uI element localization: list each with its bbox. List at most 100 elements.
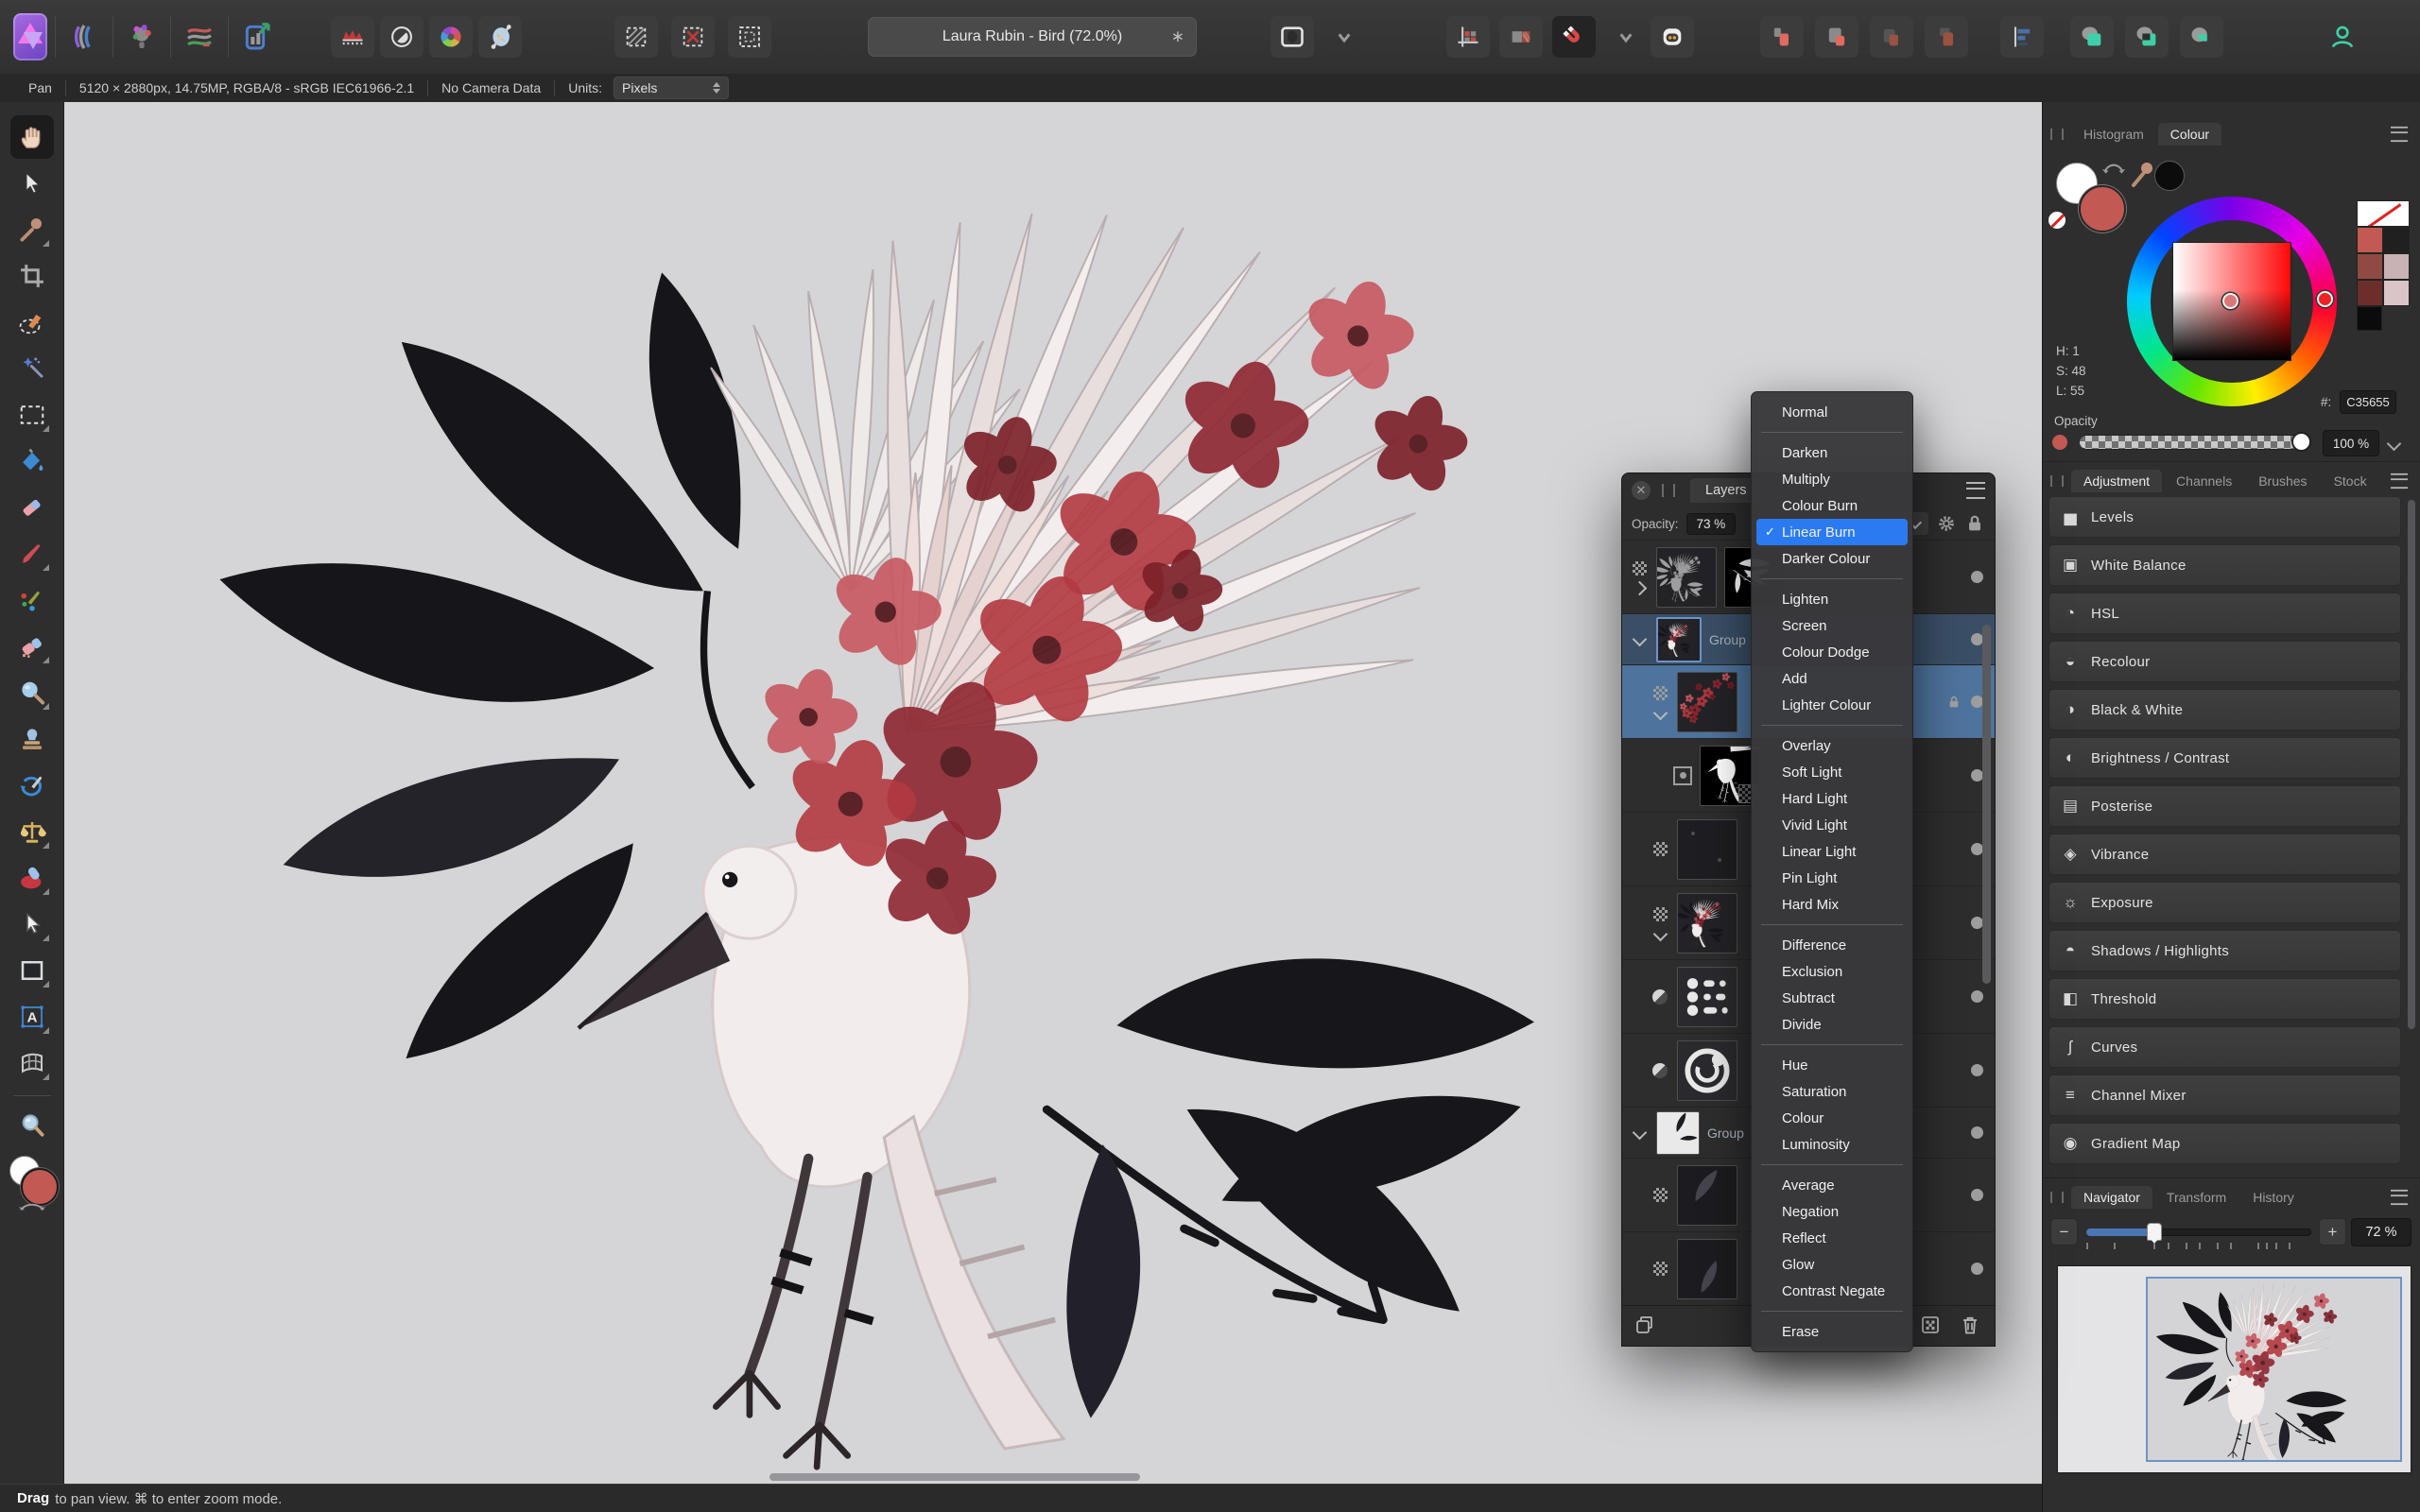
erase-tool[interactable] bbox=[10, 486, 54, 529]
adjustment-shadows-highlights[interactable]: ◓ Shadows / Highlights bbox=[2048, 930, 2401, 971]
adjustment-thumbnail[interactable] bbox=[1677, 966, 1737, 1027]
duplicate-layer-icon[interactable] bbox=[1634, 1314, 1658, 1338]
insert-top-icon[interactable] bbox=[1760, 16, 1804, 58]
blend-menu-item[interactable]: ✓Subtract bbox=[1756, 985, 1908, 1011]
develop-persona-icon[interactable] bbox=[121, 14, 163, 60]
swap-colours-icon[interactable] bbox=[17, 1201, 47, 1212]
panel-menu-icon[interactable] bbox=[1966, 482, 1985, 499]
drag-grip-icon[interactable] bbox=[2050, 475, 2064, 487]
zoom-in-button[interactable]: + bbox=[2319, 1218, 2346, 1246]
insert-above-icon[interactable] bbox=[1925, 16, 1968, 58]
marquee-tool[interactable] bbox=[10, 393, 54, 437]
blend-menu-item[interactable]: ✓Hard Mix bbox=[1756, 891, 1908, 918]
flood-fill-tool[interactable] bbox=[10, 439, 54, 483]
drag-grip-icon[interactable] bbox=[2050, 129, 2064, 140]
auto-white-balance-icon[interactable] bbox=[478, 16, 522, 58]
expand-chevron-icon[interactable] bbox=[1652, 926, 1668, 941]
units-select[interactable]: Pixels bbox=[614, 77, 729, 99]
layer-thumbnail[interactable] bbox=[1677, 1164, 1737, 1226]
adjustment-levels[interactable]: ▅ Levels bbox=[2048, 496, 2401, 538]
boolean-subtract-icon[interactable] bbox=[2125, 16, 2169, 58]
expand-chevron-icon[interactable] bbox=[1632, 631, 1647, 647]
blend-menu-item[interactable]: ✓Soft Light bbox=[1756, 759, 1908, 785]
blend-menu-item[interactable]: ✓Difference bbox=[1756, 932, 1908, 958]
adjustment-hsl[interactable]: ◔ HSL bbox=[2048, 593, 2401, 634]
affinity-photo-icon[interactable] bbox=[13, 13, 47, 60]
blend-menu-item[interactable]: ✓Colour Dodge bbox=[1756, 639, 1908, 665]
blend-menu-item[interactable]: ✓Divide bbox=[1756, 1011, 1908, 1038]
layers-scrollbar[interactable] bbox=[1982, 625, 1991, 984]
mask-layer-icon[interactable] bbox=[1919, 1314, 1944, 1338]
blend-menu-item[interactable]: ✓Pin Light bbox=[1756, 865, 1908, 891]
visibility-dot[interactable] bbox=[1971, 1189, 1983, 1201]
opacity-slider-knob[interactable] bbox=[2291, 432, 2311, 452]
insert-behind-icon[interactable] bbox=[1870, 16, 1913, 58]
assistant-icon[interactable] bbox=[1651, 16, 1694, 58]
blend-menu-item[interactable]: ✓Luminosity bbox=[1756, 1131, 1908, 1158]
expand-chevron-icon[interactable] bbox=[1632, 580, 1647, 595]
blend-menu-item[interactable]: ✓Multiply bbox=[1756, 466, 1908, 492]
adjustment-recolour[interactable]: ◒ Recolour bbox=[2048, 641, 2401, 682]
layer-thumbnail[interactable] bbox=[1656, 616, 1702, 662]
group-thumbnail[interactable] bbox=[1656, 1110, 1700, 1155]
zoom-tool[interactable] bbox=[10, 1104, 54, 1147]
visibility-dot[interactable] bbox=[1971, 1064, 1983, 1076]
invert-selection-icon[interactable] bbox=[728, 16, 771, 58]
boolean-add-icon[interactable] bbox=[2070, 16, 2114, 58]
adjustment-tab-brushes[interactable]: Brushes bbox=[2246, 470, 2319, 492]
chevron-down-icon[interactable] bbox=[1323, 14, 1365, 60]
layer-thumbnail[interactable] bbox=[1677, 1238, 1737, 1299]
blend-menu-item[interactable]: ✓Lighter Colour bbox=[1756, 692, 1908, 718]
crop-tool[interactable] bbox=[10, 254, 54, 298]
blend-menu-item[interactable]: ✓Average bbox=[1756, 1172, 1908, 1198]
zoom-slider-knob[interactable] bbox=[2147, 1223, 2162, 1244]
blur-tool[interactable] bbox=[10, 671, 54, 714]
gear-icon[interactable] bbox=[1936, 513, 1957, 534]
rectangle-tool[interactable] bbox=[10, 949, 54, 992]
zoom-out-button[interactable]: − bbox=[2050, 1218, 2078, 1246]
colour-opacity-slider[interactable] bbox=[2079, 432, 2311, 452]
blend-menu-item[interactable]: ✓Negation bbox=[1756, 1198, 1908, 1225]
flood-select-tool[interactable] bbox=[10, 347, 54, 390]
blend-menu-item[interactable]: ✓Linear Light bbox=[1756, 838, 1908, 865]
adjustment-curves[interactable]: ʃ Curves bbox=[2048, 1026, 2401, 1068]
blend-menu-item[interactable]: ✓Hard Light bbox=[1756, 785, 1908, 812]
quick-mask-icon[interactable] bbox=[1270, 16, 1314, 58]
deselect-icon[interactable] bbox=[671, 16, 715, 58]
swatch[interactable] bbox=[2383, 253, 2410, 280]
drag-grip-icon[interactable] bbox=[2050, 1192, 2064, 1203]
select-all-icon[interactable] bbox=[614, 16, 658, 58]
alignment-icon[interactable] bbox=[2000, 16, 2044, 58]
swatch[interactable] bbox=[2357, 306, 2382, 331]
liquify-persona-icon[interactable] bbox=[63, 14, 105, 60]
blend-menu-item[interactable]: ✓Darken bbox=[1756, 439, 1908, 466]
navigator-preview[interactable] bbox=[2057, 1265, 2411, 1473]
adjustment-exposure[interactable]: ☼ Exposure bbox=[2048, 882, 2401, 923]
tone-mapping-persona-icon[interactable] bbox=[179, 14, 220, 60]
zoom-slider[interactable] bbox=[2086, 1223, 2311, 1244]
blend-menu-item[interactable]: ✓Add bbox=[1756, 665, 1908, 692]
swatch[interactable] bbox=[2383, 280, 2410, 306]
blend-menu-item[interactable]: ✓Exclusion bbox=[1756, 958, 1908, 985]
node-tool[interactable] bbox=[10, 902, 54, 946]
adjustment-scrollbar[interactable] bbox=[2408, 500, 2415, 1029]
text-tool[interactable]: A bbox=[10, 995, 54, 1039]
blend-menu-item[interactable]: ✓Vivid Light bbox=[1756, 812, 1908, 838]
delete-layer-icon[interactable] bbox=[1959, 1314, 1983, 1338]
blend-menu-item[interactable]: ✓Normal bbox=[1756, 399, 1908, 425]
navigator-viewport[interactable] bbox=[2146, 1277, 2402, 1462]
swatch[interactable] bbox=[2357, 280, 2383, 306]
colour-picker-tool[interactable] bbox=[10, 208, 54, 251]
auto-levels-icon[interactable] bbox=[331, 16, 374, 58]
smudge-tool[interactable] bbox=[10, 856, 54, 900]
undo-brush-tool[interactable] bbox=[10, 764, 54, 807]
expand-chevron-icon[interactable] bbox=[1632, 1125, 1647, 1141]
layer-thumbnail[interactable] bbox=[1656, 546, 1717, 608]
adjustment-vibrance[interactable]: ◈ Vibrance bbox=[2048, 833, 2401, 875]
chevron-down-icon[interactable] bbox=[2386, 436, 2402, 452]
adjustment-gradient-map[interactable]: ◉ Gradient Map bbox=[2048, 1123, 2401, 1164]
guides-icon[interactable] bbox=[1446, 16, 1490, 58]
fill-colour-swatch[interactable] bbox=[20, 1168, 59, 1206]
expand-chevron-icon[interactable] bbox=[1652, 705, 1668, 720]
blend-menu-item[interactable]: ✓Hue bbox=[1756, 1052, 1908, 1078]
